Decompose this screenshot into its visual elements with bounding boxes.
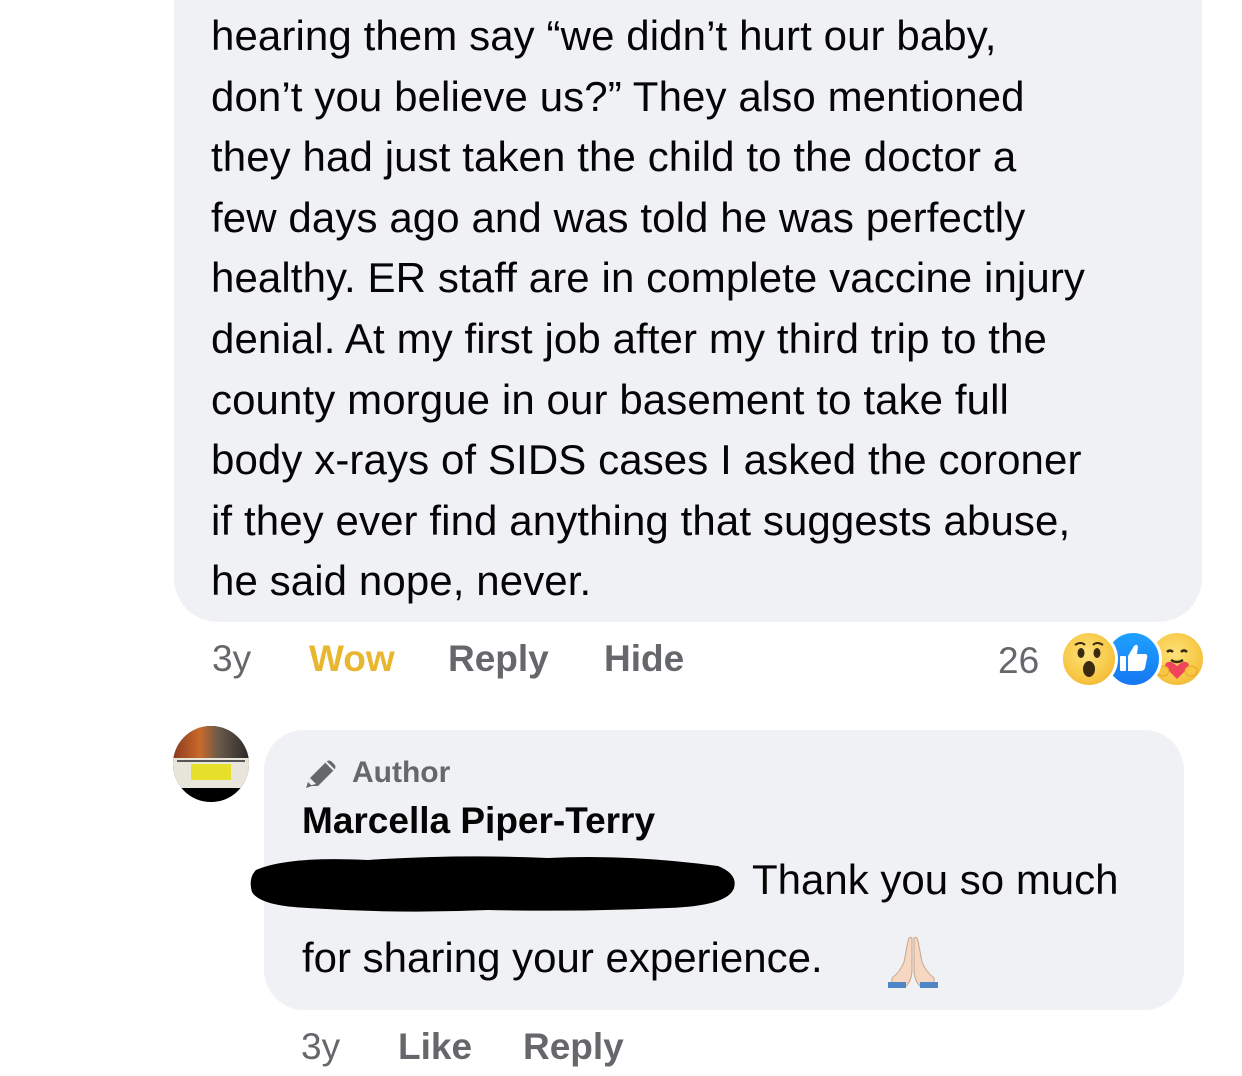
comment-text-line: hearing them say “we didn’t hurt our bab… [211,12,997,59]
comment-text-line: few days ago and was told he was perfect… [211,193,1026,241]
reply-actions: 3y Like Reply [0,1026,1242,1076]
comment-text-line: he said nope, never. [211,557,592,605]
reply-timestamp[interactable]: 3y [301,1026,340,1068]
wow-reaction-icon [1060,630,1118,688]
redaction-mark [250,856,735,912]
folded-hands-icon [888,936,938,988]
comment-text-line: healthy. ER staff are in complete vaccin… [211,254,1086,302]
reply-button[interactable]: Reply [523,1026,624,1068]
author-badge-label: Author [352,756,451,789]
comment-text-line: denial. At my first job after my third t… [211,314,1047,362]
comment-text-line: if they ever find anything that suggests… [211,496,1071,544]
avatar[interactable] [173,726,249,802]
comment-timestamp[interactable]: 3y [212,638,251,680]
reply-button[interactable]: Reply [448,638,549,680]
commenter-name[interactable]: Marcella Piper-Terry [302,800,655,842]
react-button[interactable]: Wow [309,638,395,680]
reply-text-line: Thank you so much [752,856,1119,903]
comment-text-line: body x-rays of SIDS cases I asked the co… [211,436,1082,484]
comment-text-line: they had just taken the child to the doc… [211,133,1017,181]
comment-text-line: don’t you believe us?” They also mention… [211,72,1025,120]
reply-text-line: for sharing your experience. [302,934,823,981]
reaction-count[interactable]: 26 [998,640,1039,682]
comment-text-line: county morgue in our basement to take fu… [211,375,1009,423]
comment-actions: 3y Wow Reply Hide [0,638,1242,688]
hide-button[interactable]: Hide [604,638,684,680]
reaction-summary[interactable] [1060,630,1210,688]
comment-text: hearing them say “we didn’t hurt our bab… [211,6,1191,612]
like-button[interactable]: Like [398,1026,472,1068]
pencil-icon [306,760,336,788]
